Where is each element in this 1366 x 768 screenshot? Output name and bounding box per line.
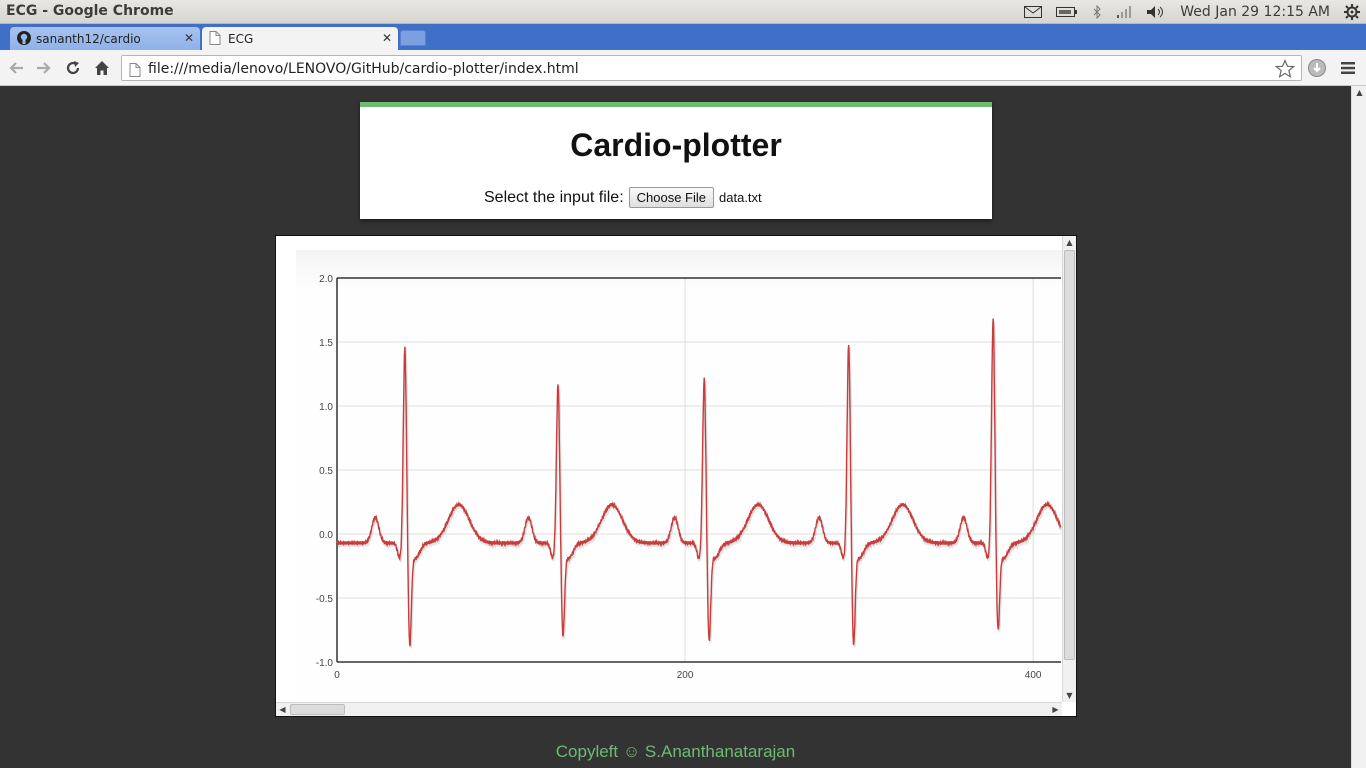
page-title: Cardio-plotter [570,127,782,163]
horizontal-scroll-thumb[interactable] [290,704,345,715]
hamburger-menu-icon [1341,62,1355,74]
extension-button[interactable] [1307,58,1327,78]
chart-vertical-scrollbar[interactable]: ▲ ▼ [1062,236,1076,702]
page-icon [129,62,141,81]
tab-label: ECG [228,32,254,46]
ecg-line-shadow [337,320,1062,649]
scroll-up-icon[interactable]: ▲ [1353,86,1366,99]
tab-ecg[interactable]: ECG ✕ [202,27,398,50]
arrow-right-icon [37,62,51,74]
footer-copyleft: Copyleft ☺ S.Ananthanatarajan [555,742,796,761]
x-tick-label: 200 [677,670,694,681]
page-viewport: Cardio-plotter Select the input file: Ch… [0,86,1366,768]
scroll-right-icon[interactable]: ▶ [1049,703,1062,716]
vertical-scroll-thumb[interactable] [1064,250,1075,660]
window-title: ECG - Google Chrome [6,3,174,19]
page-vertical-scrollbar[interactable]: ▲ [1351,86,1366,768]
clock[interactable]: Wed Jan 29 12:15 AM [1180,4,1330,20]
home-button[interactable] [92,58,112,78]
ecg-chart: 2.0 1.5 1.0 0.5 0.0 -0.5 -1.00 200 400 [316,274,1062,681]
selected-file-name: data.txt [719,190,762,205]
system-tray: Wed Jan 29 12:15 AM [1010,0,1366,24]
ecg-series-line [336,318,1062,647]
reload-button[interactable] [63,58,83,78]
browser-toolbar: file:///media/lenovo/LENOVO/GitHub/cardi… [0,50,1366,86]
chart-frame: 2.0 1.5 1.0 0.5 0.0 -0.5 -1.0 0 200 400 ▲ ▼ ◀ ▶ [275,235,1077,717]
bluetooth-icon[interactable] [1092,5,1102,19]
home-icon [95,61,109,75]
forward-button[interactable] [34,58,54,78]
y-tick-label: -1.0 [316,658,334,669]
y-tick-label: 1.0 [319,402,333,413]
settings-gear-icon[interactable] [1344,4,1360,20]
github-icon [17,31,31,48]
close-icon[interactable]: ✕ [184,31,194,45]
arrow-left-icon [9,62,23,74]
y-tick-label: 0.0 [319,530,333,541]
y-tick-label: 1.5 [319,338,333,349]
download-circle-icon [1308,59,1326,77]
volume-icon[interactable] [1146,5,1166,19]
x-tick-label: 400 [1025,670,1042,681]
reload-icon [66,61,80,75]
menu-button[interactable] [1338,58,1358,78]
os-title-bar: ECG - Google Chrome Wed Jan 29 12:15 AM [0,0,1366,24]
url-text[interactable]: file:///media/lenovo/LENOVO/GitHub/cardi… [148,61,579,77]
y-tick-label: 2.0 [319,274,333,285]
y-tick-label: 0.5 [319,466,333,477]
mail-icon[interactable] [1024,6,1043,18]
header-card: Cardio-plotter Select the input file: Ch… [360,102,992,219]
back-button[interactable] [6,58,26,78]
battery-icon[interactable] [1056,6,1078,18]
x-tick-label: 0 [334,670,340,681]
close-icon[interactable]: ✕ [382,31,392,45]
chart-area: 2.0 1.5 1.0 0.5 0.0 -0.5 -1.0 0 200 400 [296,250,1062,702]
address-bar[interactable]: file:///media/lenovo/LENOVO/GitHub/cardi… [121,55,1302,81]
tab-label: sananth12/cardio [36,32,141,46]
tab-strip: sananth12/cardio ✕ ECG ✕ [0,24,1366,50]
choose-file-button[interactable]: Choose File [628,187,715,208]
tab-github[interactable]: sananth12/cardio ✕ [10,27,200,50]
scroll-left-icon[interactable]: ◀ [276,703,289,716]
page-icon [209,31,221,48]
scroll-up-icon[interactable]: ▲ [1063,236,1076,249]
y-tick-label: -0.5 [316,594,334,605]
file-prompt-label: Select the input file: [484,188,624,206]
bookmark-star-icon[interactable] [1274,58,1296,83]
network-signal-icon[interactable] [1116,5,1132,19]
new-tab-button[interactable] [400,30,426,46]
chart-horizontal-scrollbar[interactable]: ◀ ▶ [276,702,1062,716]
file-input-row: Select the input file: Choose File data.… [484,187,762,208]
scroll-down-icon[interactable]: ▼ [1063,689,1076,702]
